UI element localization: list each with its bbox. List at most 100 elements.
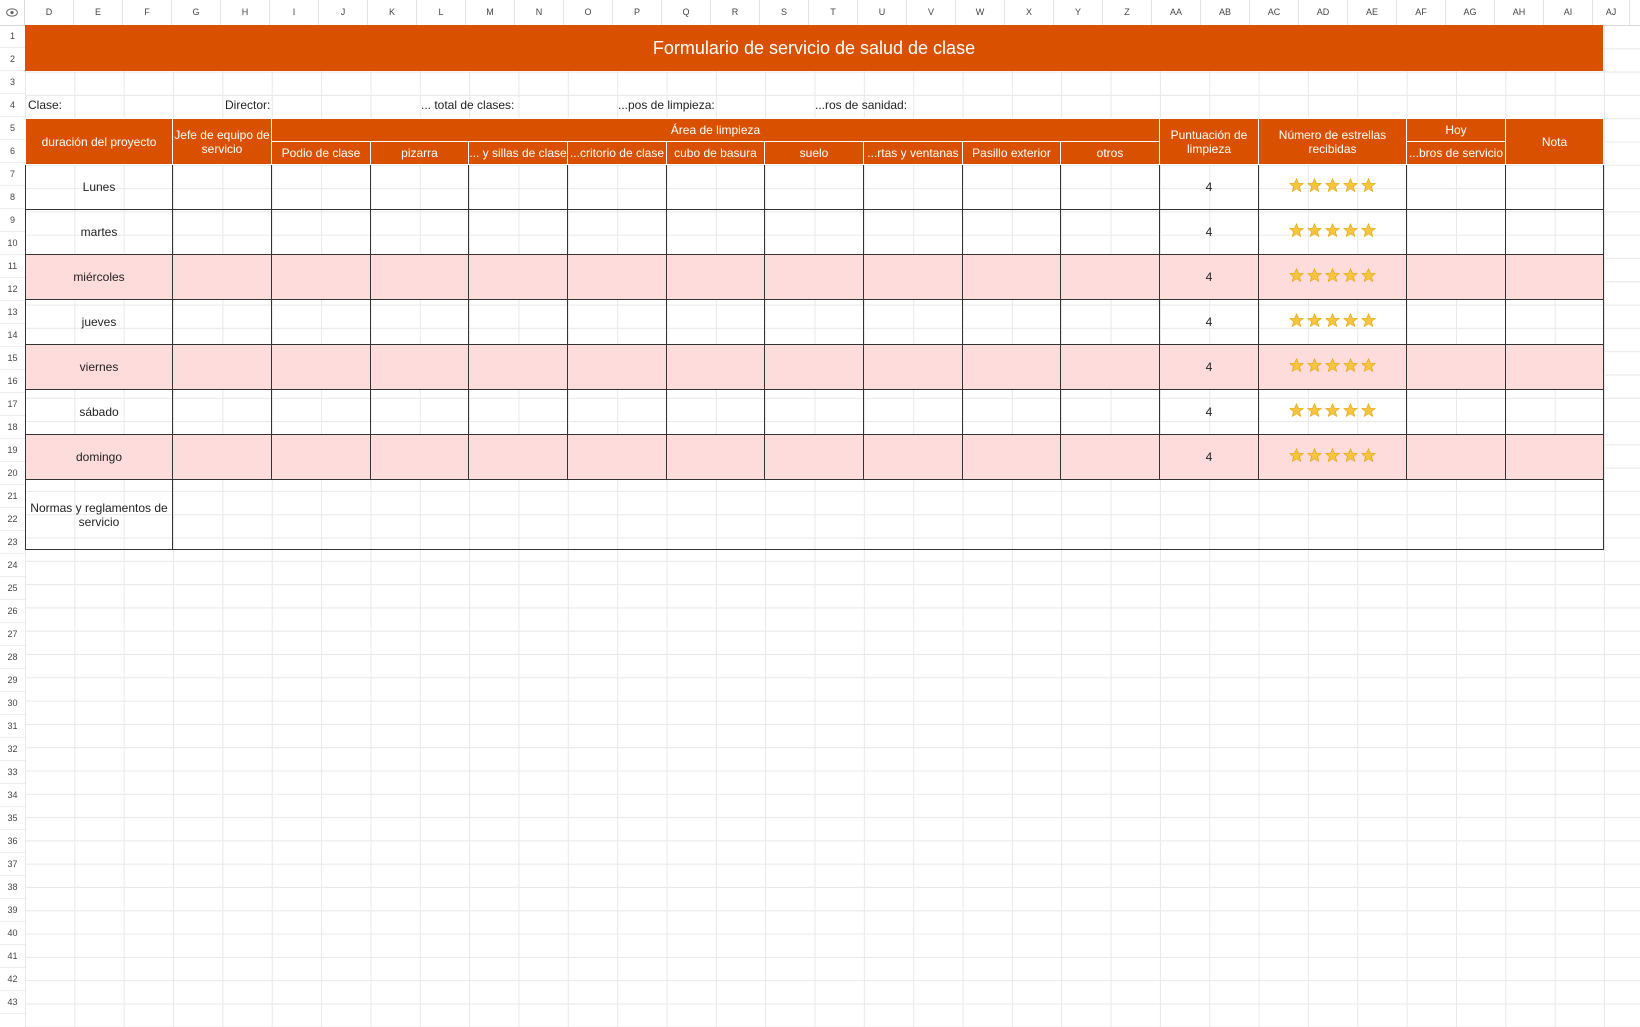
column-header-j[interactable]: J (319, 0, 368, 25)
service-members-cell[interactable] (1406, 434, 1506, 480)
team-leader-cell[interactable] (172, 254, 272, 300)
cleaning-area-cell[interactable] (567, 254, 667, 300)
row-header-29[interactable]: 29 (0, 669, 25, 692)
column-header-u[interactable]: U (858, 0, 907, 25)
note-cell[interactable] (1505, 164, 1604, 210)
cleaning-area-cell[interactable] (666, 344, 765, 390)
header-area[interactable]: ...critorio de clase (567, 141, 667, 165)
cleaning-area-cell[interactable] (1060, 299, 1160, 345)
row-header-15[interactable]: 15 (0, 347, 25, 370)
total-classes-label[interactable]: ... total de clases: (421, 94, 514, 117)
header-team-leader[interactable]: Jefe de equipo de servicio (172, 118, 272, 165)
service-members-cell[interactable] (1406, 209, 1506, 255)
cleaning-area-cell[interactable] (863, 389, 963, 435)
cleaning-area-cell[interactable] (1060, 209, 1160, 255)
row-header-5[interactable]: 5 (0, 117, 25, 140)
column-header-n[interactable]: N (515, 0, 564, 25)
cleaning-area-cell[interactable] (370, 344, 469, 390)
column-header-y[interactable]: Y (1054, 0, 1103, 25)
row-header-32[interactable]: 32 (0, 738, 25, 761)
cleaning-area-cell[interactable] (962, 209, 1061, 255)
stars-cell[interactable] (1258, 164, 1407, 210)
cleaning-area-cell[interactable] (370, 164, 469, 210)
service-members-cell[interactable] (1406, 299, 1506, 345)
row-header-26[interactable]: 26 (0, 600, 25, 623)
note-cell[interactable] (1505, 344, 1604, 390)
column-header-m[interactable]: M (466, 0, 515, 25)
cleaning-area-cell[interactable] (567, 164, 667, 210)
cleaning-area-cell[interactable] (271, 389, 371, 435)
note-cell[interactable] (1505, 389, 1604, 435)
service-members-cell[interactable] (1406, 344, 1506, 390)
column-header-ag[interactable]: AG (1446, 0, 1495, 25)
cleaning-area-cell[interactable] (962, 254, 1061, 300)
score-cell[interactable]: 4 (1159, 164, 1259, 210)
header-stars[interactable]: Número de estrellas recibidas (1258, 118, 1407, 165)
score-cell[interactable]: 4 (1159, 209, 1259, 255)
cleaning-area-cell[interactable] (764, 344, 864, 390)
header-area[interactable]: suelo (764, 141, 864, 165)
column-header-l[interactable]: L (417, 0, 466, 25)
stars-cell[interactable] (1258, 209, 1407, 255)
team-leader-cell[interactable] (172, 344, 272, 390)
team-leader-cell[interactable] (172, 434, 272, 480)
row-header-6[interactable]: 6 (0, 140, 25, 163)
day-name[interactable]: miércoles (25, 254, 173, 300)
team-leader-cell[interactable] (172, 164, 272, 210)
cleaning-area-cell[interactable] (370, 299, 469, 345)
column-header-f[interactable]: F (123, 0, 172, 25)
score-cell[interactable]: 4 (1159, 344, 1259, 390)
row-header-2[interactable]: 2 (0, 48, 25, 71)
cleaning-area-cell[interactable] (468, 344, 568, 390)
cleaning-area-cell[interactable] (863, 299, 963, 345)
cleaning-area-cell[interactable] (468, 164, 568, 210)
cleaning-area-cell[interactable] (1060, 389, 1160, 435)
row-header-33[interactable]: 33 (0, 761, 25, 784)
cleaning-area-cell[interactable] (567, 209, 667, 255)
header-area[interactable]: pizarra (370, 141, 469, 165)
column-header-aj[interactable]: AJ (1593, 0, 1630, 25)
cleaning-area-cell[interactable] (863, 434, 963, 480)
team-leader-cell[interactable] (172, 299, 272, 345)
team-leader-cell[interactable] (172, 209, 272, 255)
stars-cell[interactable] (1258, 299, 1407, 345)
form-title[interactable]: Formulario de servicio de salud de clase (25, 25, 1603, 71)
column-header-ad[interactable]: AD (1299, 0, 1348, 25)
column-header-o[interactable]: O (564, 0, 613, 25)
header-duration[interactable]: duración del proyecto (25, 118, 173, 165)
row-header-10[interactable]: 10 (0, 232, 25, 255)
score-cell[interactable]: 4 (1159, 434, 1259, 480)
row-header-34[interactable]: 34 (0, 784, 25, 807)
cleaning-area-cell[interactable] (271, 434, 371, 480)
header-note[interactable]: Nota (1505, 118, 1604, 165)
stars-cell[interactable] (1258, 344, 1407, 390)
column-header-h[interactable]: H (221, 0, 270, 25)
column-header-ah[interactable]: AH (1495, 0, 1544, 25)
service-members-cell[interactable] (1406, 389, 1506, 435)
score-cell[interactable]: 4 (1159, 254, 1259, 300)
cleaning-area-cell[interactable] (468, 254, 568, 300)
header-area[interactable]: Podio de clase (271, 141, 371, 165)
cleaning-area-cell[interactable] (370, 209, 469, 255)
cleaning-area-cell[interactable] (567, 299, 667, 345)
director-label[interactable]: Director: (225, 94, 270, 117)
row-header-4[interactable]: 4 (0, 94, 25, 117)
row-header-38[interactable]: 38 (0, 876, 25, 899)
cleaning-area-cell[interactable] (271, 299, 371, 345)
cleaning-area-cell[interactable] (271, 209, 371, 255)
row-header-3[interactable]: 3 (0, 71, 25, 94)
day-name[interactable]: viernes (25, 344, 173, 390)
row-header-8[interactable]: 8 (0, 186, 25, 209)
cleaning-area-cell[interactable] (1060, 164, 1160, 210)
cleaning-area-cell[interactable] (666, 299, 765, 345)
row-header-16[interactable]: 16 (0, 370, 25, 393)
day-name[interactable]: domingo (25, 434, 173, 480)
cleaning-area-cell[interactable] (764, 209, 864, 255)
row-header-30[interactable]: 30 (0, 692, 25, 715)
row-header-21[interactable]: 21 (0, 485, 25, 508)
header-today[interactable]: Hoy (1406, 118, 1506, 142)
cleaning-area-cell[interactable] (468, 389, 568, 435)
note-cell[interactable] (1505, 299, 1604, 345)
cleaning-area-cell[interactable] (962, 344, 1061, 390)
row-header-37[interactable]: 37 (0, 853, 25, 876)
